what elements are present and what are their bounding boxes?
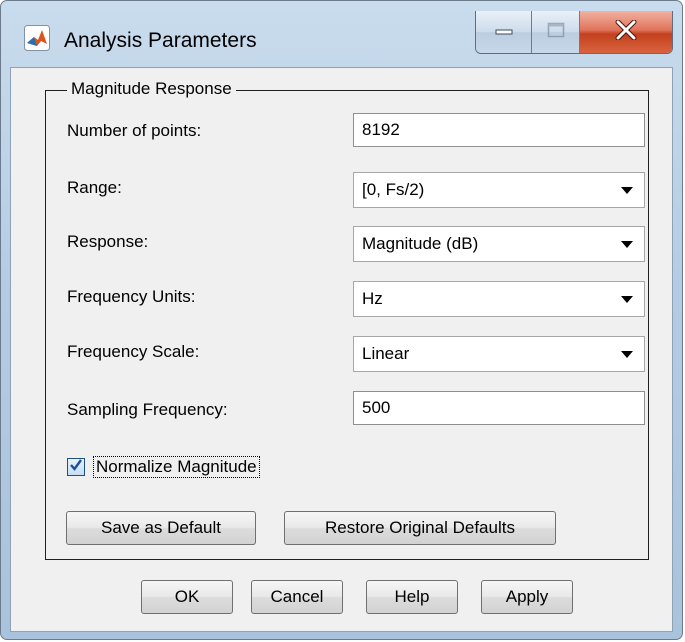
close-icon (615, 19, 637, 45)
freq-units-value: Hz (362, 289, 383, 308)
minimize-icon (495, 23, 513, 41)
chevron-down-icon (617, 235, 637, 255)
response-select[interactable]: Magnitude (dB) (353, 226, 645, 262)
maximize-button[interactable] (532, 11, 580, 53)
window-controls (475, 11, 673, 54)
range-select[interactable]: [0, Fs/2) (353, 172, 645, 208)
help-button[interactable]: Help (366, 580, 458, 614)
title-bar[interactable]: Analysis Parameters (1, 1, 682, 67)
range-value: [0, Fs/2) (362, 180, 425, 199)
apply-button[interactable]: Apply (481, 580, 573, 614)
normalize-label[interactable]: Normalize Magnitude (93, 456, 260, 478)
freq-units-label: Frequency Units: (67, 287, 196, 306)
checkmark-icon (69, 458, 83, 477)
minimize-button[interactable] (476, 11, 532, 53)
analysis-parameters-window: Analysis Parameters Magnitude Response N… (0, 0, 683, 640)
response-value: Magnitude (dB) (362, 234, 479, 253)
num-points-label: Number of points: (67, 121, 202, 140)
magnitude-response-group (45, 90, 649, 560)
restore-defaults-button[interactable]: Restore Original Defaults (284, 511, 556, 545)
normalize-checkbox[interactable] (67, 458, 85, 476)
freq-scale-value: Linear (362, 344, 410, 363)
range-label: Range: (67, 178, 122, 197)
save-as-default-button[interactable]: Save as Default (66, 511, 256, 545)
close-button[interactable] (580, 11, 672, 53)
freq-scale-label: Frequency Scale: (67, 342, 200, 361)
sampling-freq-input[interactable]: 500 (353, 391, 645, 425)
num-points-input[interactable]: 8192 (353, 113, 645, 147)
freq-scale-select[interactable]: Linear (353, 336, 645, 372)
chevron-down-icon (617, 345, 637, 365)
freq-units-select[interactable]: Hz (353, 281, 645, 317)
chevron-down-icon (617, 290, 637, 310)
response-label: Response: (67, 232, 149, 251)
matlab-icon (24, 25, 50, 51)
dialog-body: Magnitude Response Number of points: 819… (10, 67, 673, 632)
maximize-icon (547, 22, 565, 43)
cancel-button[interactable]: Cancel (251, 580, 343, 614)
group-title: Magnitude Response (67, 79, 236, 99)
sampling-freq-label: Sampling Frequency: (67, 400, 228, 419)
window-title: Analysis Parameters (64, 29, 257, 52)
chevron-down-icon (617, 181, 637, 201)
ok-button[interactable]: OK (141, 580, 233, 614)
